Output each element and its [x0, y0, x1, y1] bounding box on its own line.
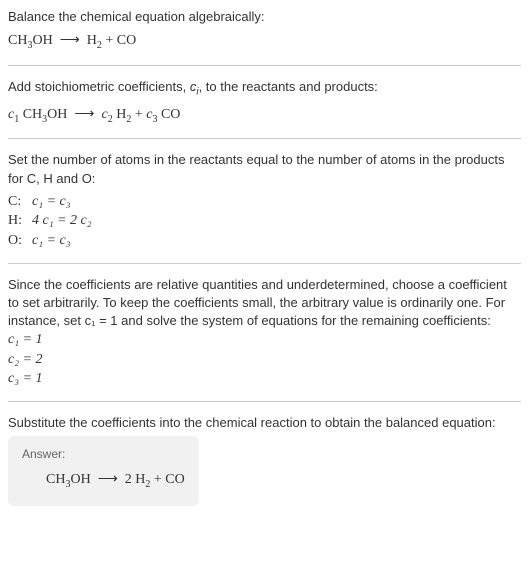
- ans-plus: +: [150, 472, 165, 487]
- divider: [8, 401, 521, 402]
- arrow-icon-3: ⟶: [98, 470, 118, 486]
- answer-label: Answer:: [22, 446, 185, 463]
- coef-c3: c₃ = 1: [8, 369, 521, 389]
- intro-title: Balance the chemical equation algebraica…: [8, 8, 521, 26]
- s1-h: H: [116, 107, 126, 122]
- step1-ci: ci: [190, 79, 199, 94]
- s1-plus: +: [131, 107, 146, 122]
- coef-c2: c₂ = 2: [8, 350, 521, 370]
- answer-equation: CH3OH ⟶ 2 H2 + CO: [22, 469, 185, 492]
- atom-eq: 4 c₁ = 2 c₂: [32, 211, 92, 231]
- atom-label: C:: [8, 192, 32, 212]
- step2-text: Set the number of atoms in the reactants…: [8, 151, 521, 187]
- ans-ch: CH: [46, 472, 65, 487]
- atom-label: H:: [8, 211, 32, 231]
- ans-2h: 2 H: [125, 472, 146, 487]
- step1-text: Add stoichiometric coefficients, ci, to …: [8, 78, 521, 100]
- eq-plus: +: [102, 33, 117, 48]
- arrow-icon: ⟶: [60, 31, 80, 47]
- eq-h: H: [87, 33, 97, 48]
- s1-ch: CH: [23, 107, 42, 122]
- eq-oh: OH: [32, 33, 52, 48]
- answer-box: Answer: CH3OH ⟶ 2 H2 + CO: [8, 436, 199, 506]
- atom-eq: c₁ = c₃: [32, 231, 71, 251]
- step1-text-b: , to the reactants and products:: [199, 79, 378, 94]
- coef-c1: c₁ = 1: [8, 330, 521, 350]
- c1-sub: 1: [14, 113, 19, 124]
- atom-row-h: H: 4 c₁ = 2 c₂: [8, 211, 521, 231]
- atom-label: O:: [8, 231, 32, 251]
- step4-text: Substitute the coefficients into the che…: [8, 414, 521, 432]
- eq-co: CO: [117, 33, 136, 48]
- step3-text: Since the coefficients are relative quan…: [8, 276, 521, 331]
- divider: [8, 65, 521, 66]
- s1-oh: OH: [47, 107, 67, 122]
- step1-equation: c1 CH3OH ⟶ c2 H2 + c3 CO: [8, 104, 521, 127]
- arrow-icon-2: ⟶: [74, 105, 94, 121]
- divider: [8, 138, 521, 139]
- atom-table: C: c₁ = c₃ H: 4 c₁ = 2 c₂ O: c₁ = c₃: [8, 192, 521, 251]
- atom-row-o: O: c₁ = c₃: [8, 231, 521, 251]
- atom-row-c: C: c₁ = c₃: [8, 192, 521, 212]
- ans-co: CO: [165, 472, 184, 487]
- c2-sub: 2: [108, 113, 113, 124]
- ans-oh: OH: [70, 472, 90, 487]
- intro-equation: CH3OH ⟶ H2 + CO: [8, 30, 521, 53]
- atom-eq: c₁ = c₃: [32, 192, 71, 212]
- s1-co: CO: [161, 107, 180, 122]
- step1-text-a: Add stoichiometric coefficients,: [8, 79, 190, 94]
- divider: [8, 263, 521, 264]
- eq-ch: CH: [8, 33, 27, 48]
- c3-sub: 3: [152, 113, 157, 124]
